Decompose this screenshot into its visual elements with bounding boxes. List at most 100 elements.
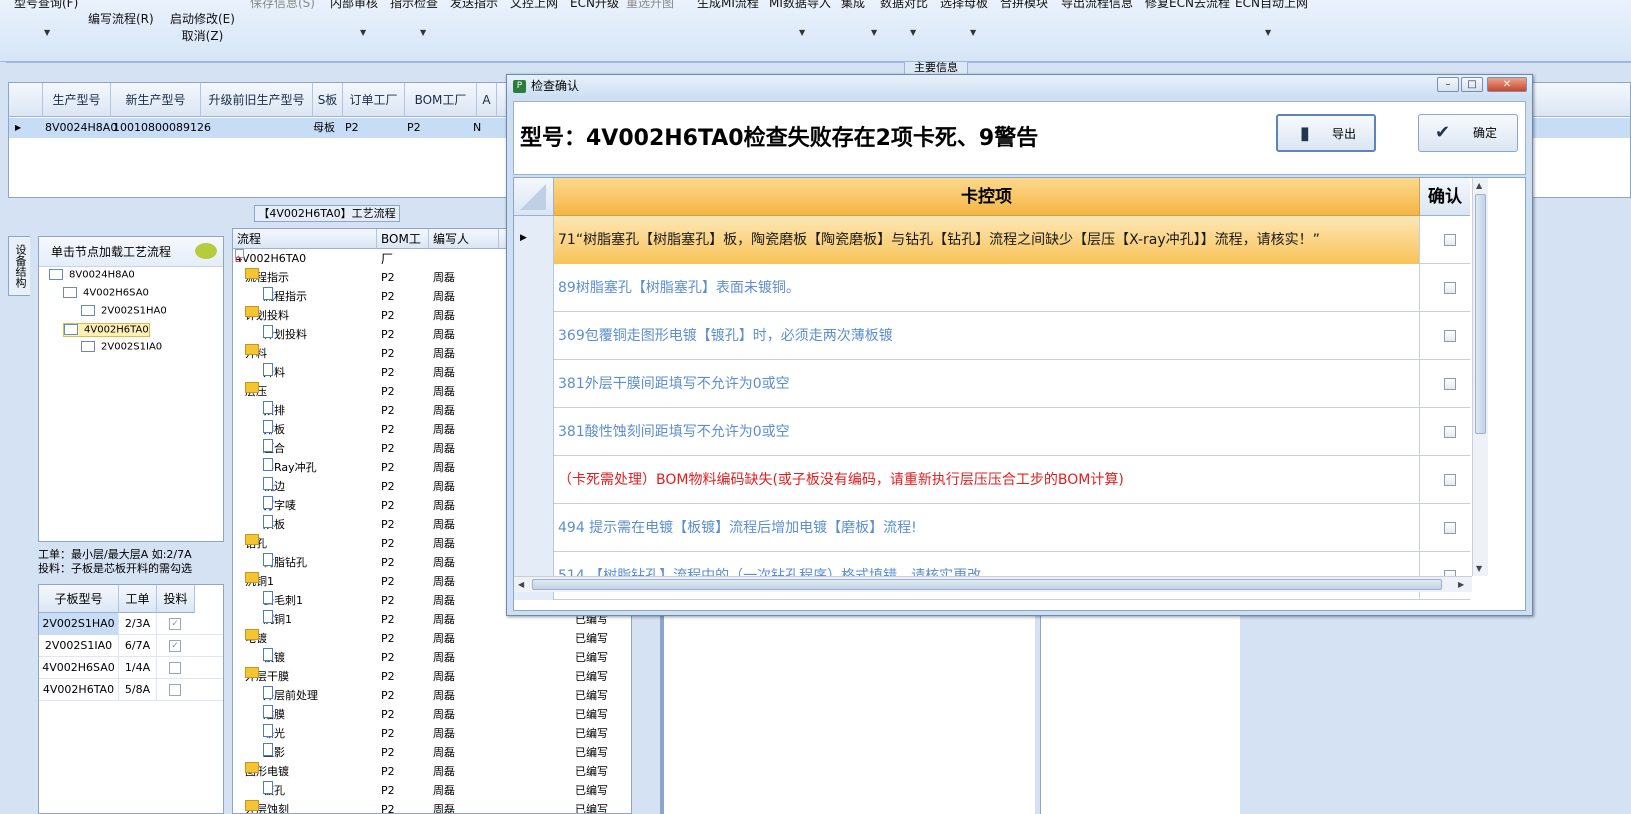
feed-checkbox[interactable]: ✓ xyxy=(169,618,181,630)
tree-root[interactable]: − ⌂ 4V002H6TA0 xyxy=(235,249,306,268)
sub-model-cell[interactable]: 4V002H6TA0 xyxy=(39,679,119,701)
confirm-checkbox[interactable] xyxy=(1444,474,1456,486)
process-name[interactable]: 打字唛 xyxy=(263,496,296,515)
row-header[interactable] xyxy=(514,360,554,408)
close-button[interactable]: ✕ xyxy=(1487,77,1527,92)
tree-row[interactable]: −外层蚀刻 P2 周磊 已编写 xyxy=(233,800,631,813)
process-name[interactable]: 烘板 xyxy=(263,515,285,534)
process-name[interactable]: 板镀 xyxy=(263,648,285,667)
process-name[interactable]: −计划投料 xyxy=(245,306,289,325)
process-name[interactable]: 去毛刺1 xyxy=(263,591,303,610)
check-row[interactable]: 381外层干膜间距填写不允许为0或空 xyxy=(514,360,1470,408)
tree-node[interactable]: 4V002H6TA0 xyxy=(63,323,150,337)
process-name[interactable]: 压合 xyxy=(263,439,285,458)
column-header[interactable]: 新生产型号 xyxy=(111,83,201,117)
scroll-up-icon[interactable]: ▲ xyxy=(1476,181,1482,190)
feed-checkbox[interactable] xyxy=(169,662,181,674)
tree-row[interactable]: 外层前处理 P2 周磊 已编写 xyxy=(233,686,631,705)
sub-model-cell[interactable]: 2V002S1IA0 xyxy=(39,635,119,657)
tree-row[interactable]: 板镀 P2 周磊 已编写 xyxy=(233,648,631,667)
cell[interactable]: P2 xyxy=(345,118,359,138)
scroll-thumb[interactable] xyxy=(1475,194,1486,434)
tree-row[interactable]: 贴膜 P2 周磊 已编写 xyxy=(233,705,631,724)
chevron-down-icon[interactable]: ▼ xyxy=(799,28,805,37)
column-header[interactable]: 生产型号 xyxy=(43,83,111,117)
feed-checkbox[interactable] xyxy=(169,684,181,696)
column-header[interactable]: 工单 xyxy=(119,585,157,613)
process-name[interactable]: 镀孔 xyxy=(263,781,285,800)
ribbon-button[interactable]: 启动修改(E) 取消(Z) xyxy=(170,0,235,44)
process-name[interactable]: −外层干膜 xyxy=(245,667,289,686)
chevron-down-icon[interactable]: ▼ xyxy=(420,28,426,37)
column-header-confirm[interactable]: 确认 xyxy=(1420,178,1470,216)
column-header[interactable]: 订单工厂 xyxy=(343,83,405,117)
column-header[interactable]: 升级前旧生产型号 xyxy=(201,83,313,117)
column-header[interactable]: BOM工厂 xyxy=(377,229,429,266)
sub-order-cell[interactable]: 5/8A xyxy=(119,679,157,701)
process-name[interactable]: 显影 xyxy=(263,743,285,762)
process-name[interactable]: −开料 xyxy=(245,344,267,363)
tree-row[interactable]: 镀孔 P2 周磊 已编写 xyxy=(233,781,631,800)
scroll-down-icon[interactable]: ▼ xyxy=(1476,564,1482,573)
confirm-checkbox[interactable] xyxy=(1444,378,1456,390)
column-header[interactable]: 流程 xyxy=(233,229,377,249)
row-header[interactable] xyxy=(514,504,554,552)
ribbon-button[interactable]: ECN自动上网 ▼ xyxy=(1235,0,1308,37)
process-name[interactable]: −流程指示 xyxy=(245,268,289,287)
ok-button[interactable]: ✔ 确定 xyxy=(1418,114,1518,152)
minimize-button[interactable]: – xyxy=(1437,77,1459,92)
process-name[interactable]: 预排 xyxy=(263,401,285,420)
ribbon-button[interactable]: 数据对比 ▼ xyxy=(880,0,928,37)
process-name[interactable]: 外层前处理 xyxy=(263,686,318,705)
ribbon-button[interactable]: 生成MI流程 xyxy=(697,0,759,11)
ribbon-button[interactable]: 集成 ▼ xyxy=(841,0,877,37)
feed-checkbox[interactable]: ✓ xyxy=(169,640,181,652)
horizontal-scrollbar[interactable]: ◀ ▶ xyxy=(514,576,1472,592)
tree-row[interactable]: 显影 P2 周磊 已编写 xyxy=(233,743,631,762)
ribbon-button[interactable]: 内部审核 ▼ xyxy=(330,0,378,37)
process-name[interactable]: 曝光 xyxy=(263,724,285,743)
column-header-item[interactable]: 卡控项 xyxy=(554,178,1420,216)
ribbon-button[interactable]: 选择母板 ▼ xyxy=(940,0,988,37)
tree-node[interactable]: 8V0024H8A0 xyxy=(49,269,135,281)
row-header[interactable] xyxy=(514,312,554,360)
tree-row[interactable]: 曝光 P2 周磊 已编写 xyxy=(233,724,631,743)
process-name[interactable]: X-Ray冲孔 xyxy=(263,458,317,477)
check-row[interactable]: 494 提示需在电镀【板镀】流程后增加电镀【磨板】流程! xyxy=(514,504,1470,552)
tree-row[interactable]: −外层干膜 P2 周磊 已编写 xyxy=(233,667,631,686)
row-header[interactable] xyxy=(514,408,554,456)
check-row[interactable]: （卡死需处理）BOM物料编码缺失(或子板没有编码，请重新执行层压压合工步的BOM… xyxy=(514,456,1470,504)
tree-node[interactable]: 4V002H6SA0 xyxy=(63,287,149,299)
ribbon-button[interactable]: 修复ECN去流程 xyxy=(1145,0,1230,11)
process-name[interactable]: −层压 xyxy=(245,382,267,401)
scroll-right-icon[interactable]: ▶ xyxy=(1458,580,1464,589)
maximize-button[interactable]: □ xyxy=(1461,77,1483,92)
chevron-down-icon[interactable]: ▼ xyxy=(1265,28,1271,37)
scroll-thumb[interactable] xyxy=(532,579,1442,590)
column-header[interactable]: 编写人 xyxy=(429,229,499,249)
ribbon-button[interactable]: 文控上网 xyxy=(510,0,558,11)
vertical-scrollbar[interactable]: ▲ ▼ xyxy=(1472,178,1488,576)
sub-model-cell[interactable]: 2V002S1HA0 xyxy=(39,613,119,635)
table-row[interactable]: 4V002H6TA0 5/8A xyxy=(39,679,223,701)
confirm-checkbox[interactable] xyxy=(1444,522,1456,534)
table-row[interactable]: 2V002S1HA0 2/3A ✓ xyxy=(39,613,223,635)
ribbon-button[interactable]: 指示检查 ▼ xyxy=(390,0,438,37)
chevron-down-icon[interactable]: ▼ xyxy=(44,28,50,37)
ribbon-button[interactable]: 导出流程信息 xyxy=(1061,0,1133,11)
sub-order-cell[interactable]: 6/7A xyxy=(119,635,157,657)
ribbon-button[interactable]: 发送指示 xyxy=(450,0,498,11)
chevron-down-icon[interactable]: ▼ xyxy=(910,28,916,37)
column-header[interactable]: BOM工厂 xyxy=(405,83,477,117)
cell[interactable]: P2 xyxy=(407,118,421,138)
chevron-down-icon[interactable]: ▼ xyxy=(871,28,877,37)
ribbon-button[interactable]: 编写流程(R) xyxy=(88,0,154,27)
process-name[interactable]: −电镀 xyxy=(245,629,267,648)
ribbon-button[interactable]: 型号查询(F) ▼ xyxy=(14,0,78,37)
sub-order-cell[interactable]: 1/4A xyxy=(119,657,157,679)
confirm-checkbox[interactable] xyxy=(1444,282,1456,294)
export-button[interactable]: ▮ 导出 xyxy=(1276,114,1376,152)
process-name[interactable]: 树脂钻孔 xyxy=(263,553,307,572)
ribbon-button[interactable]: ECN升级 xyxy=(570,0,619,11)
row-header[interactable] xyxy=(514,456,554,504)
